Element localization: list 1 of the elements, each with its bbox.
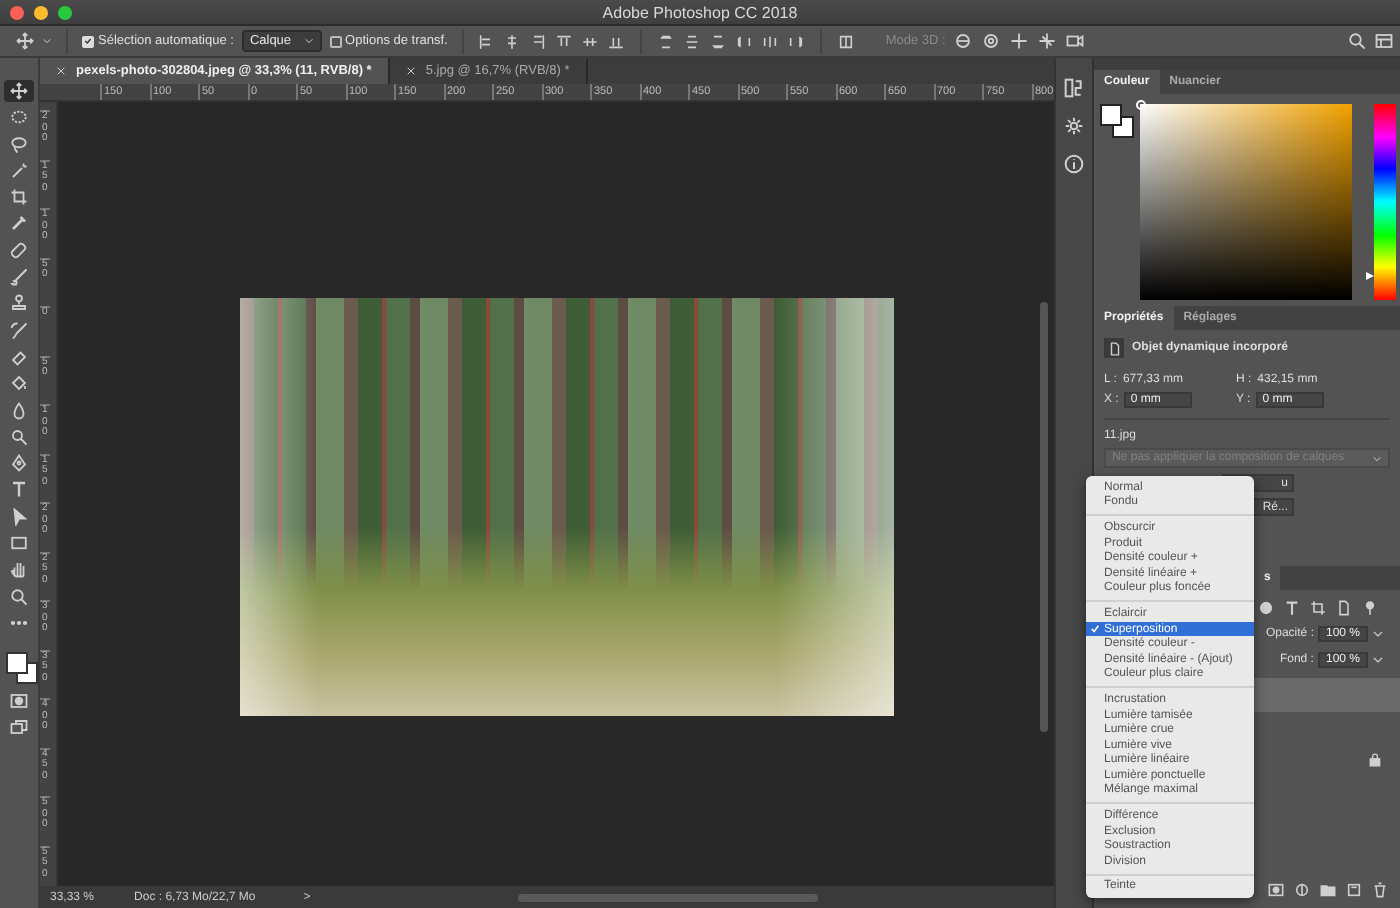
window-title: Adobe Photoshop CC 2018 — [602, 3, 798, 21]
